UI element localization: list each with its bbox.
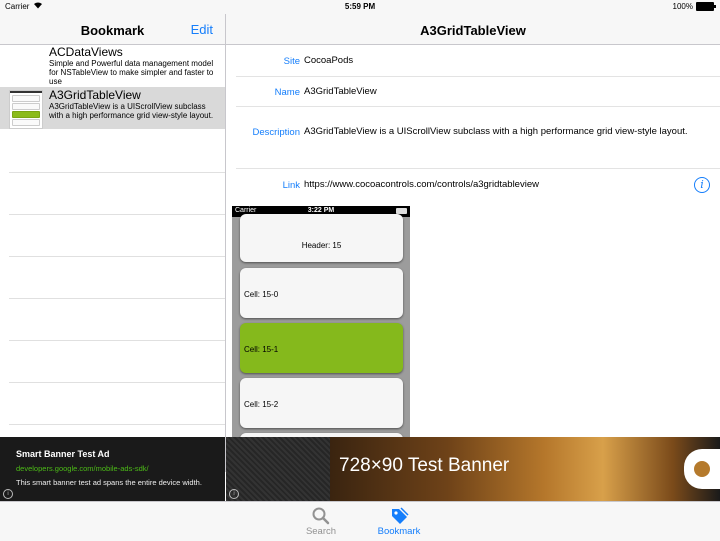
- preview-cell: Cell: 15-2: [240, 378, 403, 428]
- row-separator: [9, 214, 225, 215]
- row-separator: [9, 256, 225, 257]
- preview-cell-selected: Cell: 15-1: [240, 323, 403, 373]
- battery-indicator: 100%: [672, 2, 716, 11]
- ad-description: This smart banner test ad spans the enti…: [16, 478, 202, 487]
- preview-cell-label: Cell: 15-1: [244, 345, 279, 354]
- ad-banner-text: 728×90 Test Banner: [339, 455, 510, 476]
- status-bar: Carrier 5:59 PM 100%: [0, 0, 720, 14]
- ad-url[interactable]: developers.google.com/mobile-ads-sdk/: [16, 464, 149, 473]
- field-separator: [236, 106, 720, 107]
- row-separator: [9, 340, 225, 341]
- ad-pattern: [226, 437, 330, 501]
- detail-nav-bar: A3GridTableView: [226, 14, 720, 45]
- list-item-description: Simple and Powerful data management mode…: [49, 59, 214, 86]
- row-separator: [9, 298, 225, 299]
- preview-time: 3:22 PM: [307, 207, 335, 214]
- preview-cell-label: Cell: 15-0: [244, 290, 279, 299]
- name-label: Name: [274, 87, 300, 98]
- list-item-title: A3GridTableView: [49, 88, 141, 102]
- link-label: Link: [282, 180, 300, 191]
- split-divider: [225, 14, 226, 472]
- screenshot-preview: Carrier 3:22 PM Header: 15 Cell: 15-0 Ce…: [232, 206, 410, 437]
- row-separator: [9, 424, 225, 425]
- list-item[interactable]: ACDataViews Simple and Powerful data man…: [0, 45, 225, 87]
- preview-header-cell: Header: 15: [240, 214, 403, 262]
- row-separator: [9, 382, 225, 383]
- search-icon: [291, 506, 351, 526]
- list-item-selected[interactable]: A3GridTableView A3GridTableView is a UIS…: [0, 87, 225, 129]
- edit-button[interactable]: Edit: [191, 22, 213, 37]
- site-label: Site: [283, 56, 300, 67]
- preview-header-label: Header: 15: [301, 241, 342, 250]
- status-time: 5:59 PM: [344, 2, 376, 11]
- row-separator: [9, 172, 225, 173]
- description-value: A3GridTableView is a UIScrollView subcla…: [304, 126, 688, 137]
- preview-cell-label: Cell: 15-2: [244, 400, 279, 409]
- tab-bar: Search Bookmark: [0, 501, 720, 541]
- ad-logo-icon: [684, 449, 720, 489]
- thumbnail-image: [9, 90, 43, 129]
- description-label: Description: [252, 127, 300, 138]
- tab-bookmark[interactable]: Bookmark: [369, 506, 429, 537]
- field-separator: [236, 168, 720, 169]
- list-item-description: A3GridTableView is a UIScrollView subcla…: [49, 102, 214, 120]
- ad-info-icon[interactable]: i: [229, 489, 239, 499]
- test-banner-ad[interactable]: 728×90 Test Banner i: [226, 437, 720, 501]
- link-value[interactable]: https://www.cocoacontrols.com/controls/a…: [304, 179, 694, 191]
- tab-search-label: Search: [305, 526, 337, 537]
- preview-cell: Cell: 15-0: [240, 268, 403, 318]
- list-item-title: ACDataViews: [49, 45, 123, 59]
- bookmark-list[interactable]: ACDataViews Simple and Powerful data man…: [0, 45, 225, 437]
- ad-title: Smart Banner Test Ad: [16, 449, 110, 459]
- battery-percent: 100%: [672, 2, 693, 11]
- tab-bookmark-label: Bookmark: [377, 526, 421, 537]
- master-nav-bar: Bookmark Edit: [0, 14, 225, 45]
- battery-icon: [696, 2, 716, 11]
- tag-icon: [369, 506, 429, 526]
- tab-search[interactable]: Search: [291, 506, 351, 537]
- name-value: A3GridTableView: [304, 86, 377, 97]
- site-value: CocoaPods: [304, 55, 354, 66]
- detail-disclosure-info-icon[interactable]: i: [694, 177, 710, 193]
- ad-info-icon[interactable]: i: [3, 489, 13, 499]
- detail-title: A3GridTableView: [420, 23, 526, 38]
- smart-banner-ad[interactable]: Smart Banner Test Ad developers.google.c…: [0, 437, 225, 501]
- field-separator: [236, 76, 720, 77]
